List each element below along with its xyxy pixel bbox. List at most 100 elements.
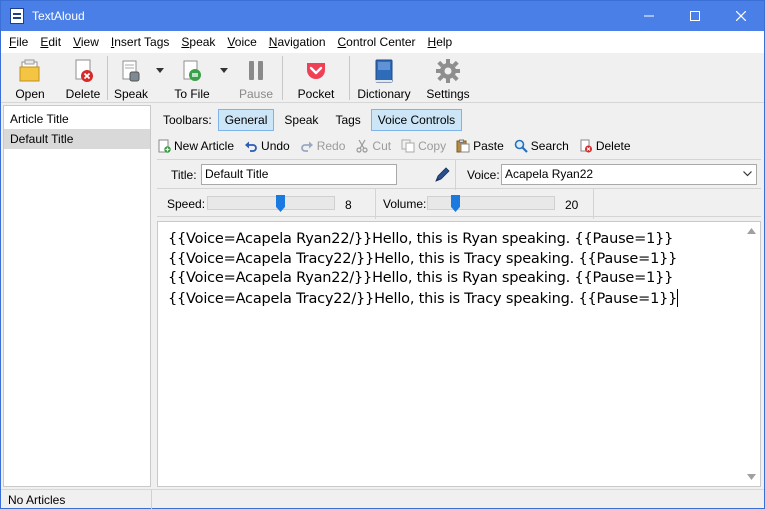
copy-icon: [401, 139, 415, 153]
menu-file[interactable]: File: [3, 31, 34, 53]
close-icon: [736, 11, 746, 21]
speak-button[interactable]: Speak: [108, 53, 154, 103]
minimize-icon: [644, 15, 654, 17]
toolbars-label: Toolbars:: [163, 113, 212, 127]
volume-value: 20: [565, 198, 579, 212]
close-button[interactable]: [718, 1, 764, 31]
voice-select[interactable]: Acapela Ryan22: [501, 164, 757, 185]
menu-view[interactable]: View: [67, 31, 105, 53]
tab-voice-controls[interactable]: Voice Controls: [370, 109, 463, 131]
editor-content[interactable]: {{Voice=Acapela Ryan22/}}Hello, this is …: [168, 230, 738, 309]
volume-slider-thumb[interactable]: [451, 195, 460, 212]
menu-voice[interactable]: Voice: [221, 31, 262, 53]
title-input[interactable]: Default Title: [201, 164, 397, 185]
menu-help[interactable]: Help: [422, 31, 459, 53]
chevron-down-icon: [156, 67, 164, 73]
search-button[interactable]: Search: [514, 139, 569, 153]
scissors-icon: [356, 139, 369, 153]
editor-line: {{Voice=Acapela Ryan22/}}Hello, this is …: [168, 231, 674, 247]
status-divider: [151, 490, 152, 509]
open-button[interactable]: Open: [1, 53, 59, 103]
pause-button[interactable]: Pause: [230, 53, 282, 103]
status-text: No Articles: [8, 493, 66, 507]
menu-insert-tags[interactable]: Insert Tags: [105, 31, 176, 53]
article-list: Article Title Default Title: [3, 105, 151, 487]
speed-volume-row: Speed: 8 Volume: 20: [157, 189, 761, 219]
pen-icon[interactable]: [433, 166, 451, 184]
speed-slider-thumb[interactable]: [276, 195, 285, 212]
dictionary-button[interactable]: Dictionary: [350, 53, 418, 103]
delete-article-button[interactable]: Delete: [59, 53, 107, 103]
to-file-button[interactable]: To File: [166, 53, 218, 103]
article-editor-panel: Toolbars: General Speak Tags Voice Contr…: [155, 105, 763, 487]
row-divider: [375, 189, 376, 219]
menu-edit[interactable]: Edit: [34, 31, 67, 53]
voice-label: Voice:: [467, 168, 500, 182]
cut-button[interactable]: Cut: [355, 139, 391, 153]
delete-button[interactable]: Delete: [579, 139, 631, 153]
paste-button[interactable]: Paste: [456, 139, 504, 153]
main-toolbar: Open Delete Speak To File Pause Pocket D…: [1, 53, 764, 103]
to-file-dropdown-arrow[interactable]: [218, 53, 230, 87]
to-file-icon: [183, 60, 201, 81]
editor-line: {{Voice=Acapela Ryan22/}}Hello, this is …: [168, 270, 674, 286]
article-list-item[interactable]: Article Title: [4, 109, 150, 129]
menu-navigation[interactable]: Navigation: [263, 31, 332, 53]
title-voice-row: Title: Default Title Voice: Acapela Ryan…: [157, 159, 761, 190]
delete-document-icon: [75, 59, 93, 82]
speed-slider[interactable]: [207, 195, 335, 212]
tab-tags[interactable]: Tags: [328, 109, 367, 131]
window-title: TextAloud: [32, 9, 85, 23]
menu-control-center[interactable]: Control Center: [332, 31, 422, 53]
redo-button[interactable]: Redo: [300, 139, 345, 153]
delete-icon: [580, 139, 592, 153]
settings-button[interactable]: Settings: [418, 53, 478, 103]
redo-icon: [300, 141, 313, 152]
edit-actions-bar: New Article Undo Redo Cut Copy Paste Sea…: [157, 135, 641, 157]
new-article-button[interactable]: New Article: [157, 139, 234, 153]
search-icon: [514, 139, 528, 153]
article-list-item-selected[interactable]: Default Title: [4, 129, 150, 149]
menu-speak[interactable]: Speak: [175, 31, 221, 53]
title-bar[interactable]: TextAloud: [1, 1, 764, 31]
speak-dropdown-arrow[interactable]: [154, 53, 166, 87]
volume-slider[interactable]: [427, 195, 555, 212]
tab-general[interactable]: General: [217, 109, 275, 131]
title-label: Title:: [171, 168, 197, 182]
undo-icon: [245, 141, 257, 152]
maximize-icon: [690, 11, 700, 21]
menu-bar: File Edit View Insert Tags Speak Voice N…: [1, 31, 764, 53]
minimize-button[interactable]: [626, 1, 672, 31]
speed-label: Speed:: [167, 197, 206, 211]
row-divider: [593, 189, 594, 219]
editor-line: {{Voice=Acapela Tracy22/}}Hello, this is…: [168, 250, 678, 267]
editor-scrollbar[interactable]: [743, 222, 760, 486]
voice-select-value: Acapela Ryan22: [505, 167, 594, 181]
speak-icon: [122, 60, 140, 82]
editor-line-last: {{Voice=Acapela Tracy22/}}Hello, this is…: [168, 288, 679, 307]
window-controls: [626, 1, 764, 31]
toolbar-tabs: Toolbars: General Speak Tags Voice Contr…: [155, 107, 465, 133]
gear-icon: [436, 59, 460, 83]
volume-label: Volume:: [383, 197, 427, 211]
open-icon: [19, 59, 40, 82]
undo-button[interactable]: Undo: [244, 139, 290, 153]
scroll-up-arrow-icon: [747, 228, 756, 234]
chevron-down-icon: [220, 67, 228, 73]
pocket-icon: [307, 63, 325, 79]
tab-speak[interactable]: Speak: [277, 109, 325, 131]
status-bar: No Articles: [1, 489, 764, 509]
chevron-down-icon: [743, 171, 752, 177]
app-window: TextAloud File Edit View Insert Tags Spe…: [0, 0, 765, 509]
pocket-button[interactable]: Pocket: [283, 53, 349, 103]
app-icon: [10, 8, 24, 24]
row-divider: [455, 160, 456, 190]
speed-value: 8: [345, 198, 352, 212]
pause-icon: [249, 61, 263, 80]
text-caret: [677, 288, 679, 307]
text-editor[interactable]: {{Voice=Acapela Ryan22/}}Hello, this is …: [157, 221, 761, 487]
copy-button[interactable]: Copy: [401, 139, 446, 153]
maximize-button[interactable]: [672, 1, 718, 31]
paste-clipboard-icon: [456, 139, 470, 153]
new-document-icon: [158, 139, 171, 153]
